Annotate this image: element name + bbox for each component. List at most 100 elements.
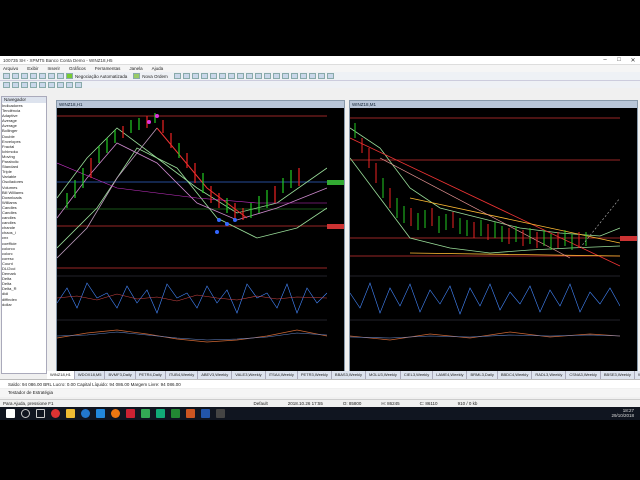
period-h4[interactable] — [48, 81, 55, 88]
task-view-icon[interactable] — [36, 409, 45, 418]
chart-tab[interactable]: BBSE3,Weekly — [601, 371, 635, 379]
zoom-out-icon[interactable] — [182, 73, 190, 79]
word-icon[interactable] — [201, 409, 210, 418]
period-w1[interactable] — [66, 81, 73, 88]
status-net: 910 / 0 kb — [457, 401, 478, 406]
profiles-icon[interactable] — [12, 73, 19, 79]
period-mn[interactable] — [75, 81, 82, 88]
templates-icon[interactable] — [236, 73, 244, 79]
folder-icon[interactable] — [66, 409, 75, 418]
chart-window-right[interactable]: WINZ18,M1 — [349, 100, 638, 372]
account-status: Saldo: 94 086.00 BRL Lucro: 0.00 Capital… — [0, 379, 640, 388]
firefox-icon[interactable] — [111, 409, 120, 418]
menu-bar: Arquivo Exibir Inserir Gráficos Ferramen… — [0, 65, 640, 72]
play-icon[interactable] — [66, 73, 73, 79]
indicators-icon[interactable] — [218, 73, 226, 79]
chart-tab[interactable]: WINZ18,H1 — [47, 371, 75, 379]
status-bar: Para Ajuda, pressione F1 Default 2018.10… — [0, 399, 640, 407]
scroll-icon[interactable] — [200, 73, 208, 79]
powerpoint-icon[interactable] — [186, 409, 195, 418]
periods-icon[interactable] — [227, 73, 235, 79]
maximize-button[interactable]: □ — [612, 57, 626, 63]
minimize-button[interactable]: – — [598, 57, 612, 63]
window-title: 100735 SH - XPMT5 Banco Conta Demo - WIN… — [3, 57, 113, 63]
calculator-icon[interactable] — [216, 409, 225, 418]
tester-icon[interactable] — [57, 73, 64, 79]
excel-icon[interactable] — [156, 409, 165, 418]
windows-start-icon[interactable] — [6, 409, 15, 418]
chart-tab[interactable]: PETR4,Daily — [136, 371, 166, 379]
store-icon[interactable] — [96, 409, 105, 418]
chrome-icon[interactable] — [51, 409, 60, 418]
status-open: O: 85800 — [342, 401, 362, 406]
data-window-icon[interactable] — [30, 73, 37, 79]
chart-tab[interactable]: BBAS3,Weekly — [332, 371, 366, 379]
channel-icon[interactable] — [290, 73, 298, 79]
chart-tab[interactable]: CSNA3,Weekly — [566, 371, 601, 379]
fibo-icon[interactable] — [299, 73, 307, 79]
toolbox-icon[interactable] — [48, 73, 55, 79]
navigator-item[interactable]: dollar — [2, 302, 46, 307]
menu-janela[interactable]: Janela — [129, 66, 142, 71]
period-m15[interactable] — [21, 81, 28, 88]
chart-left-title: WINZ18,H1 — [57, 101, 344, 108]
chart-tab[interactable]: WDOX18,M5 — [75, 371, 106, 379]
new-order-button[interactable]: Nova Ordem — [142, 74, 168, 79]
arrows-icon[interactable] — [326, 73, 334, 79]
status-high: H: 86245 — [381, 401, 400, 406]
windows-taskbar: 18:27 29/10/2018 — [0, 407, 640, 420]
period-h1[interactable] — [39, 81, 46, 88]
period-m30[interactable] — [30, 81, 37, 88]
chart-right-canvas[interactable] — [349, 108, 637, 371]
menu-ferramentas[interactable]: Ferramentas — [95, 66, 121, 71]
tile-icon[interactable] — [191, 73, 199, 79]
chart-tab[interactable]: LAME4,Weekly — [433, 371, 468, 379]
chart-left-canvas[interactable] — [56, 108, 344, 371]
chart-tab[interactable]: MGLU3,Weekly — [366, 371, 401, 379]
chart-tab[interactable]: BBDC4,Weekly — [498, 371, 533, 379]
edge-icon[interactable] — [81, 409, 90, 418]
crosshair-icon[interactable] — [254, 73, 262, 79]
new-order-icon[interactable] — [133, 73, 141, 79]
chart-tab[interactable]: CIEL3,Weekly — [401, 371, 434, 379]
chart-tab[interactable]: VALE3,Weekly — [232, 371, 266, 379]
period-m1[interactable] — [3, 81, 10, 88]
chart-tab[interactable]: PETR3,Weekly — [298, 371, 332, 379]
chart-tab[interactable]: BVMF3,Daily — [105, 371, 136, 379]
chart-tab[interactable]: ABEV3,Weekly — [198, 371, 233, 379]
cursor-icon[interactable] — [245, 73, 253, 79]
mt5-active-icon[interactable] — [171, 409, 180, 418]
trendline-icon[interactable] — [281, 73, 289, 79]
chart-tab[interactable]: RADL3,Weekly — [532, 371, 567, 379]
zoom-in-icon[interactable] — [173, 73, 181, 79]
chart-tab[interactable]: WEGE3,Weekly — [635, 371, 640, 379]
chart-window-left[interactable]: WINZ18,H1 — [56, 100, 345, 372]
strategy-tester-link[interactable]: Testador de Estratégia — [0, 389, 640, 397]
market-watch-icon[interactable] — [21, 73, 28, 79]
auto-trading-button[interactable]: Negociação Automatizada — [75, 74, 127, 79]
menu-inserir[interactable]: Inserir — [48, 66, 61, 71]
chart-tab[interactable]: BRML3,Daily — [467, 371, 498, 379]
screen-top-black — [0, 0, 640, 56]
mt5-icon[interactable] — [141, 409, 150, 418]
menu-ajuda[interactable]: Ajuda — [152, 66, 164, 71]
search-icon[interactable] — [21, 409, 30, 418]
menu-graficos[interactable]: Gráficos — [69, 66, 86, 71]
period-m5[interactable] — [12, 81, 19, 88]
vline-icon[interactable] — [263, 73, 271, 79]
app-icon[interactable] — [126, 409, 135, 418]
chart-tab[interactable]: ITUB4,Weekly — [166, 371, 199, 379]
hline-icon[interactable] — [272, 73, 280, 79]
taskbar-clock[interactable]: 18:27 29/10/2018 — [611, 408, 634, 418]
navigator-icon[interactable] — [39, 73, 46, 79]
menu-arquivo[interactable]: Arquivo — [3, 66, 18, 71]
new-chart-icon[interactable] — [3, 73, 10, 79]
period-d1[interactable] — [57, 81, 64, 88]
menu-exibir[interactable]: Exibir — [27, 66, 38, 71]
shift-icon[interactable] — [209, 73, 217, 79]
label-icon[interactable] — [317, 73, 325, 79]
chart-tab[interactable]: ITSA4,Weekly — [266, 371, 298, 379]
navigator-list: Indicadores Tendência Adaptive Average Avera… — [2, 103, 46, 307]
text-icon[interactable] — [308, 73, 316, 79]
close-button[interactable]: ✕ — [626, 57, 640, 64]
